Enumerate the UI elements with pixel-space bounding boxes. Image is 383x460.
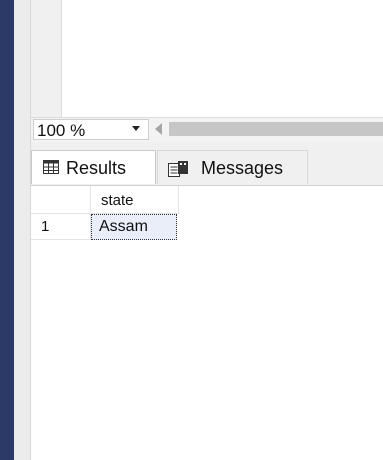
tab-results-label: Results [66, 158, 127, 178]
grid-cell-state-1[interactable]: Assam [91, 214, 177, 240]
left-accent-bar [0, 0, 14, 460]
query-editor-area[interactable] [31, 0, 383, 117]
cell-value: Assam [99, 218, 148, 235]
tab-messages[interactable]: Messages [157, 150, 308, 184]
zoom-value: 100 % [37, 121, 86, 140]
row-header-1[interactable]: 1 [31, 214, 91, 240]
editor-status-row: 100 % [31, 117, 383, 143]
horizontal-scrollbar[interactable] [169, 122, 383, 136]
grid-icon [43, 160, 59, 179]
messages-icon [168, 160, 190, 183]
row-number: 1 [41, 218, 50, 235]
column-header-label: state [101, 192, 134, 209]
column-header-state[interactable]: state [91, 186, 179, 214]
grid-corner-header[interactable] [31, 186, 91, 214]
scroll-left-arrow-icon[interactable] [155, 123, 162, 135]
editor-line-gutter [31, 0, 62, 117]
chevron-down-icon[interactable] [132, 126, 140, 131]
zoom-dropdown[interactable]: 100 % [33, 119, 149, 140]
left-gutter [14, 0, 31, 460]
results-tab-strip: Results Messages [31, 142, 383, 186]
results-grid: state 1 Assam [31, 186, 383, 460]
tab-messages-label: Messages [201, 158, 284, 178]
tab-results[interactable]: Results [31, 150, 156, 184]
